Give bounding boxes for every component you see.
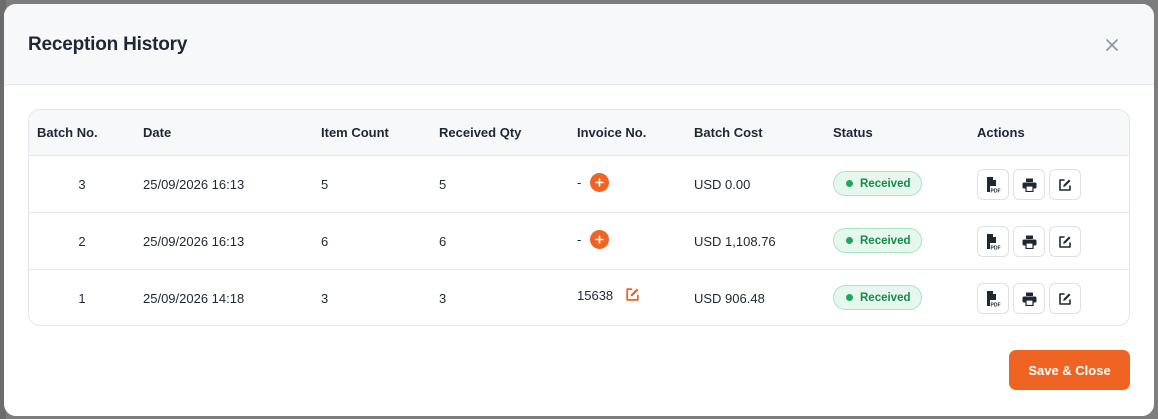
- edit-icon: [1059, 292, 1071, 305]
- modal-title: Reception History: [28, 34, 188, 55]
- table-row: 1 25/09/2026 14:18 3 3 15638 USD 906.48 …: [29, 270, 1129, 325]
- status-dot-icon: [846, 237, 853, 244]
- add-invoice-button[interactable]: [590, 230, 610, 249]
- row-actions: PDF: [977, 226, 1081, 257]
- close-button[interactable]: [1100, 33, 1124, 57]
- print-button[interactable]: [1013, 283, 1045, 314]
- add-invoice-button[interactable]: [590, 173, 610, 192]
- header-batch-no: Batch No.: [37, 125, 98, 140]
- add-icon: [595, 178, 605, 187]
- header-status: Status: [833, 125, 873, 140]
- print-icon: [1022, 292, 1036, 306]
- cell-batch-no: 3: [78, 177, 86, 192]
- pdf-button[interactable]: PDF: [977, 169, 1009, 200]
- print-button[interactable]: [1013, 169, 1045, 200]
- print-icon: [1022, 235, 1036, 249]
- cell-item-count: 6: [321, 234, 329, 249]
- edit-icon: [1059, 235, 1071, 248]
- cell-invoice-no: -: [577, 230, 610, 249]
- cell-received-qty: 6: [439, 234, 447, 249]
- save-and-close-button[interactable]: Save & Close: [1009, 350, 1130, 390]
- status-dot-icon: [846, 294, 853, 301]
- status-label: Received: [860, 234, 911, 247]
- reception-table: Batch No. Date Item Count Received Qty I…: [28, 109, 1130, 326]
- header-batch-cost: Batch Cost: [694, 125, 763, 140]
- cell-received-qty: 5: [439, 177, 447, 192]
- header-invoice-no: Invoice No.: [577, 125, 647, 140]
- invoice-value: -: [577, 175, 582, 190]
- edit-button[interactable]: [1049, 169, 1081, 200]
- invoice-value: 15638: [577, 287, 614, 303]
- table-row: 3 25/09/2026 16:13 5 5 - USD 0.00 Receiv…: [29, 156, 1129, 213]
- pdf-button[interactable]: PDF: [977, 226, 1009, 257]
- header-actions: Actions: [977, 125, 1025, 140]
- print-icon: [1022, 178, 1036, 192]
- modal-header: Reception History: [4, 4, 1154, 85]
- svg-text:PDF: PDF: [991, 188, 1001, 194]
- cell-date: 25/09/2026 14:18: [143, 291, 245, 306]
- header-received-qty: Received Qty: [439, 125, 522, 140]
- cell-batch-cost: USD 906.48: [694, 291, 765, 306]
- pdf-button[interactable]: PDF: [977, 283, 1009, 314]
- table-row: 2 25/09/2026 16:13 6 6 - USD 1,108.76 Re…: [29, 213, 1129, 270]
- cell-date: 25/09/2026 16:13: [143, 234, 245, 249]
- add-icon: [595, 235, 605, 244]
- cell-received-qty: 3: [439, 291, 447, 306]
- cell-batch-cost: USD 0.00: [694, 177, 751, 192]
- cell-item-count: 3: [321, 291, 329, 306]
- close-icon: [1106, 39, 1118, 51]
- status-badge: Received: [833, 285, 922, 310]
- pdf-icon: PDF: [987, 176, 1001, 194]
- status-label: Received: [860, 177, 911, 190]
- cell-item-count: 5: [321, 177, 329, 192]
- edit-icon: [1059, 178, 1071, 191]
- status-badge: Received: [833, 171, 922, 196]
- svg-text:PDF: PDF: [991, 245, 1001, 251]
- cell-invoice-no: -: [577, 173, 610, 192]
- status-label: Received: [860, 291, 911, 304]
- table-header: Batch No. Date Item Count Received Qty I…: [29, 110, 1129, 156]
- edit-button[interactable]: [1049, 226, 1081, 257]
- pdf-icon: PDF: [987, 233, 1001, 251]
- edit-icon: [626, 288, 639, 301]
- svg-text:PDF: PDF: [991, 302, 1001, 308]
- reception-history-modal: Reception History Batch No. Date Item Co…: [4, 4, 1154, 416]
- cell-date: 25/09/2026 16:13: [143, 177, 245, 192]
- cell-invoice-no: 15638: [577, 287, 641, 303]
- status-badge: Received: [833, 228, 922, 253]
- edit-button[interactable]: [1049, 283, 1081, 314]
- row-actions: PDF: [977, 283, 1081, 314]
- cell-batch-no: 2: [78, 234, 86, 249]
- pdf-icon: PDF: [987, 290, 1001, 308]
- row-actions: PDF: [977, 169, 1081, 200]
- header-item-count: Item Count: [321, 125, 389, 140]
- print-button[interactable]: [1013, 226, 1045, 257]
- invoice-value: -: [577, 232, 582, 247]
- edit-invoice-button[interactable]: [625, 287, 641, 303]
- header-date: Date: [143, 125, 172, 140]
- status-dot-icon: [846, 180, 853, 187]
- cell-batch-cost: USD 1,108.76: [694, 234, 776, 249]
- cell-batch-no: 1: [78, 291, 86, 306]
